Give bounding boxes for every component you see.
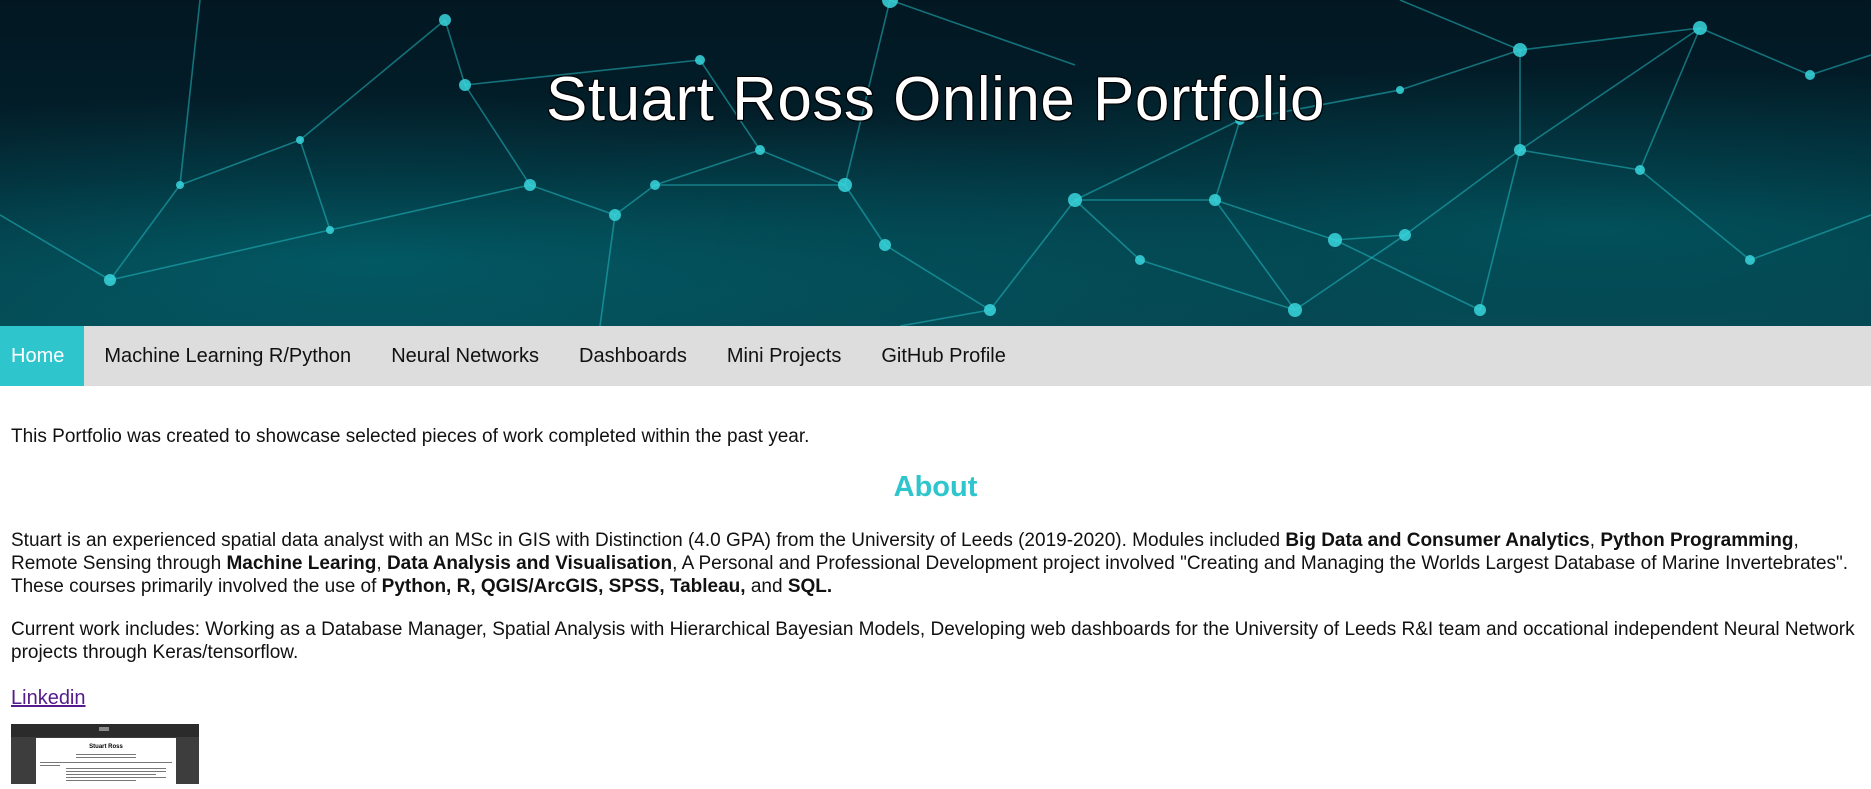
cv-thumbnail-image[interactable]: Stuart Ross <box>11 724 199 784</box>
about-text-segment: , <box>1589 530 1601 551</box>
nav-item-mini-projects[interactable]: Mini Projects <box>707 326 861 386</box>
about-bold-segment: Python Programming <box>1600 530 1794 551</box>
about-text-segment: Stuart is an experienced spatial data an… <box>11 530 1286 551</box>
cv-name: Stuart Ross <box>89 744 123 750</box>
about-bold-segment: Machine Learing <box>226 553 377 574</box>
about-bold-segment: Python, R, QGIS/ArcGIS, SPSS, Tableau, <box>381 576 746 597</box>
linkedin-link[interactable]: Linkedin <box>11 687 86 710</box>
about-paragraph: Stuart is an experienced spatial data an… <box>11 529 1860 598</box>
about-text-segment: and <box>745 576 788 597</box>
nav-item-neural-networks[interactable]: Neural Networks <box>371 326 559 386</box>
network-background-graphic <box>0 0 1871 326</box>
nav-item-github-profile[interactable]: GitHub Profile <box>861 326 1026 386</box>
intro-text: This Portfolio was created to showcase s… <box>11 426 810 447</box>
current-work-paragraph: Current work includes: Working as a Data… <box>11 619 1855 663</box>
about-heading: About <box>893 471 978 503</box>
page-title: Stuart Ross Online Portfolio <box>545 65 1325 134</box>
main-navbar: Home Machine Learning R/Python Neural Ne… <box>0 326 1871 386</box>
nav-item-home[interactable]: Home <box>0 326 85 386</box>
about-bold-segment: Data Analysis and Visualisation <box>386 553 673 574</box>
about-bold-segment: Big Data and Consumer Analytics <box>1285 530 1590 551</box>
cv-viewer-toolbar <box>11 724 199 737</box>
about-bold-segment: SQL. <box>787 576 833 597</box>
cv-page-preview: Stuart Ross <box>36 738 176 784</box>
nav-item-machine-learning[interactable]: Machine Learning R/Python <box>84 326 371 386</box>
main-content: This Portfolio was created to showcase s… <box>0 426 1871 784</box>
header-banner: Stuart Ross Online Portfolio <box>0 0 1871 326</box>
about-text-segment: , <box>376 553 387 574</box>
nav-item-dashboards[interactable]: Dashboards <box>559 326 707 386</box>
